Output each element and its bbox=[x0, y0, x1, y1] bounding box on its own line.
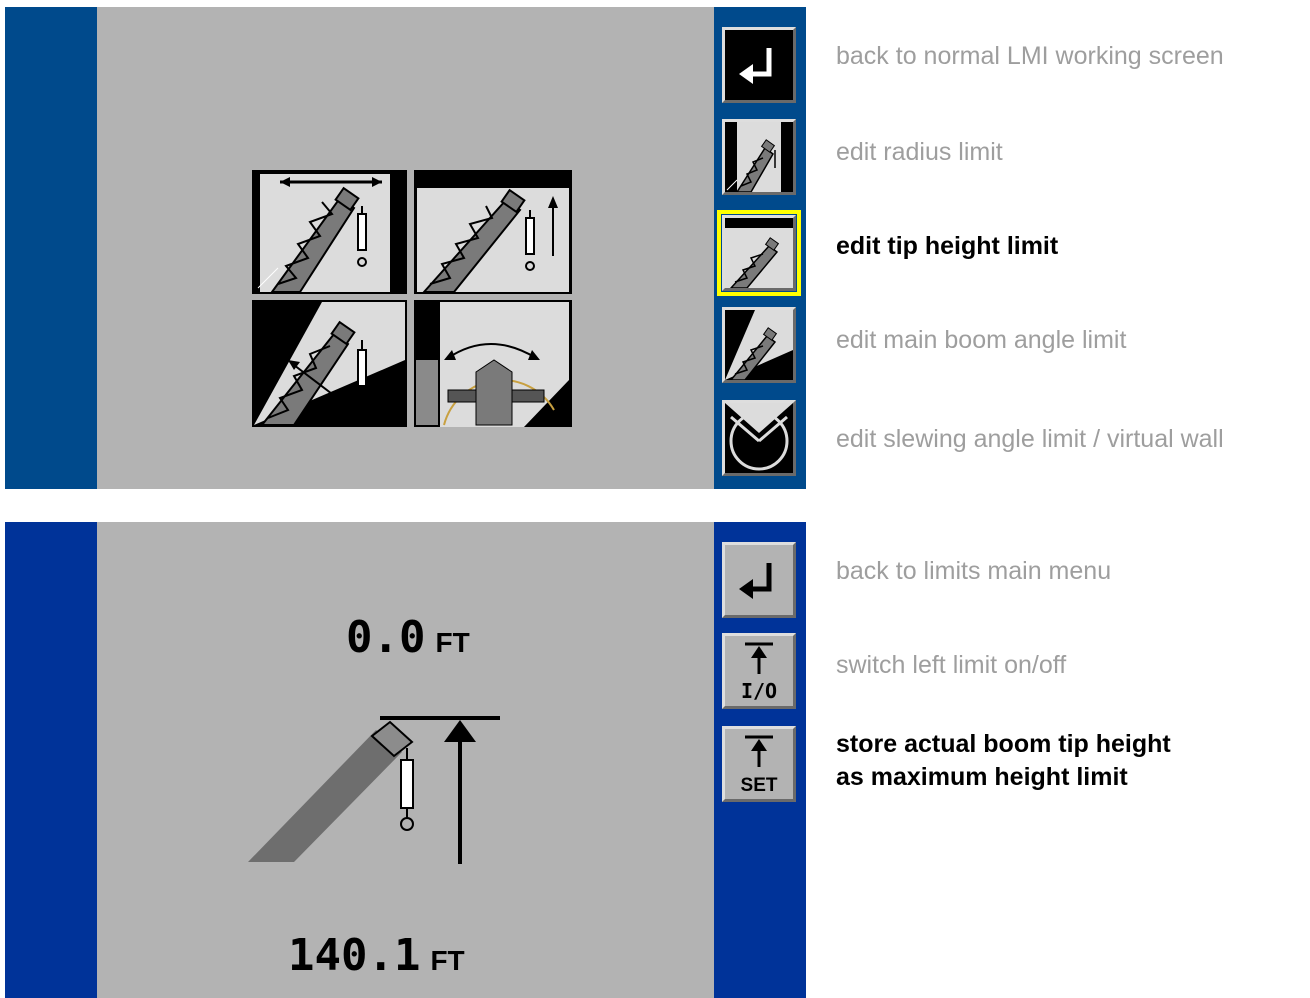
edit-radius-limit-button[interactable] bbox=[722, 119, 796, 195]
slewing-limit-icon bbox=[725, 403, 793, 473]
tip-height-limit-tile-icon[interactable] bbox=[414, 170, 572, 294]
boom-height-diagram bbox=[248, 716, 500, 864]
back-to-limits-menu-button[interactable] bbox=[722, 542, 796, 618]
desc-slewing-limit: edit slewing angle limit / virtual wall bbox=[836, 425, 1224, 453]
desc-radius-limit: edit radius limit bbox=[836, 138, 1003, 166]
desc-store-height-line2: as maximum height limit bbox=[836, 763, 1128, 791]
edit-slewing-limit-button[interactable] bbox=[722, 400, 796, 476]
radius-limit-icon bbox=[725, 122, 793, 192]
desc-back-to-limits-menu: back to limits main menu bbox=[836, 557, 1112, 585]
radius-limit-tile-icon[interactable] bbox=[252, 170, 407, 294]
return-arrow-icon bbox=[739, 48, 772, 84]
set-button-label: SET bbox=[741, 775, 778, 796]
left-frame-bar bbox=[5, 7, 97, 489]
desc-tip-height-limit: edit tip height limit bbox=[836, 232, 1059, 260]
tip-height-limit-screen: 0.0 FT 140.1 FT I/O SET bbox=[5, 522, 806, 998]
desc-return-to-lmi: back to normal LMI working screen bbox=[836, 42, 1224, 70]
toggle-height-limit-button[interactable]: I/O bbox=[722, 633, 796, 709]
left-frame-bar bbox=[5, 522, 97, 998]
limits-main-menu-screen bbox=[5, 7, 806, 489]
softkey-bar bbox=[714, 7, 806, 489]
edit-tip-height-limit-button[interactable] bbox=[717, 210, 801, 296]
softkey-bar: I/O SET bbox=[714, 522, 806, 998]
set-height-limit-button[interactable]: SET bbox=[722, 726, 796, 802]
desc-boom-angle-limit: edit main boom angle limit bbox=[836, 326, 1127, 354]
io-button-label: I/O bbox=[741, 679, 777, 703]
tip-height-limit-icon bbox=[725, 218, 793, 288]
return-arrow-icon bbox=[739, 563, 772, 599]
boom-angle-limit-tile-icon[interactable] bbox=[252, 300, 407, 427]
desc-switch-limit: switch left limit on/off bbox=[836, 651, 1067, 679]
height-limit-icon: I/O bbox=[741, 642, 777, 703]
boom-angle-limit-icon bbox=[725, 310, 793, 380]
height-limit-value: 0.0 bbox=[346, 612, 426, 663]
desc-store-height-line1: store actual boom tip height bbox=[836, 730, 1171, 758]
edit-boom-angle-limit-button[interactable] bbox=[722, 307, 796, 383]
actual-height-unit: FT bbox=[430, 945, 465, 976]
display-area: 0.0 FT 140.1 FT bbox=[97, 522, 714, 998]
slewing-limit-tile-icon[interactable] bbox=[414, 300, 572, 427]
height-limit-icon: SET bbox=[741, 735, 778, 796]
actual-height-readout: 140.1 FT bbox=[288, 934, 465, 978]
height-limit-unit: FT bbox=[435, 627, 470, 658]
display-area bbox=[97, 7, 714, 489]
height-limit-readout: 0.0 FT bbox=[346, 616, 470, 660]
return-button[interactable] bbox=[722, 27, 796, 103]
actual-height-value: 140.1 bbox=[288, 930, 421, 981]
